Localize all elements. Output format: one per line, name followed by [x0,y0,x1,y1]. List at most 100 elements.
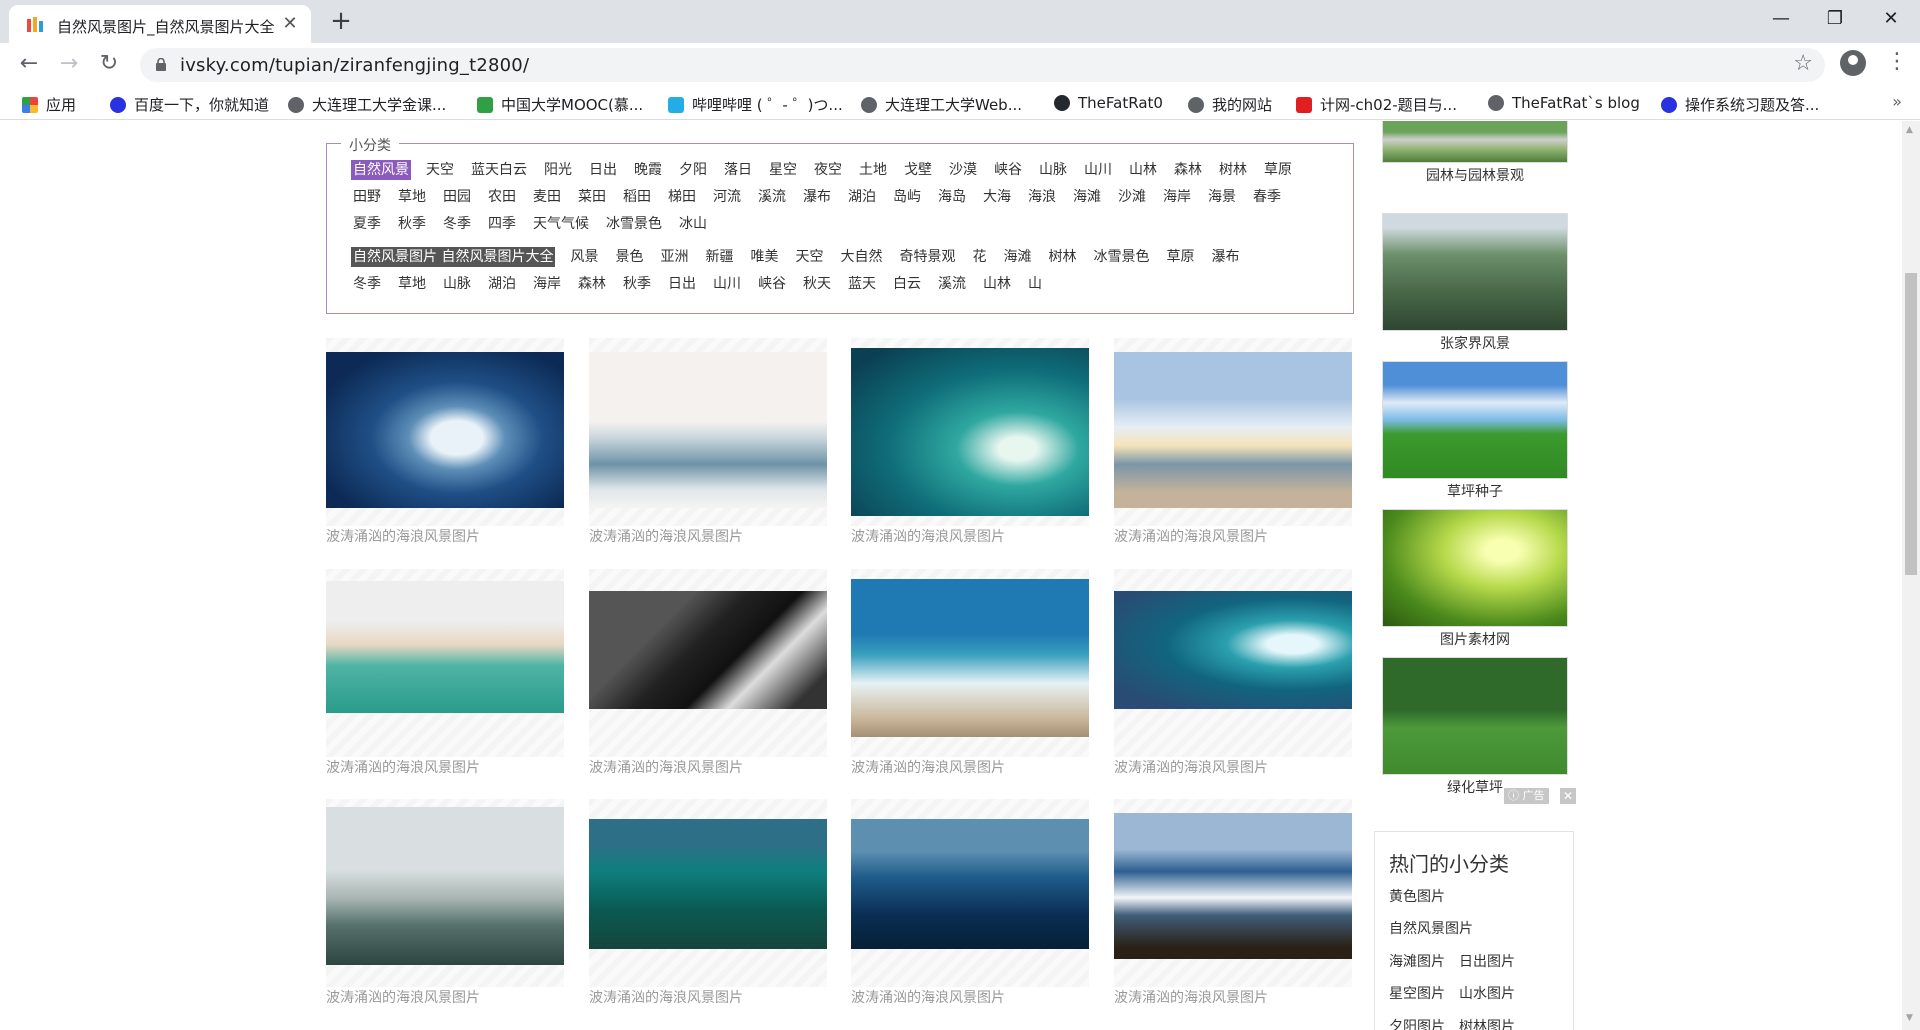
category-link[interactable]: 山林 [1127,160,1159,180]
wave-photo[interactable] [326,352,564,508]
wave-photo[interactable] [589,819,827,949]
gallery-item[interactable]: 波涛涌汹的海浪风景图片 [1114,799,1352,1009]
bookmark-item[interactable]: 应用 [22,94,76,114]
hot-category-link[interactable]: 海滩图片 [1389,954,1445,970]
window-close-button[interactable]: ✕ [1862,0,1920,38]
category-link[interactable]: 山脉 [1037,160,1069,180]
bookmark-item[interactable]: 哔哩哔哩 ( ゜- ゜)つ... [668,94,843,114]
forward-button[interactable]: → [54,49,84,79]
category-link[interactable]: 森林 [1172,160,1204,180]
wave-photo[interactable] [1114,813,1352,959]
category-link[interactable]: 沙漠 [947,160,979,180]
category-link[interactable]: 秋天 [801,274,833,294]
tab-close-icon[interactable]: ✕ [279,13,301,35]
new-tab-button[interactable]: + [326,7,356,37]
reload-button[interactable]: ↻ [94,49,124,79]
profile-avatar-icon[interactable] [1840,50,1866,76]
category-link[interactable]: 草原 [1164,247,1196,267]
category-link[interactable]: 菜田 [576,187,608,207]
category-link[interactable]: 日出 [587,160,619,180]
bookmarks-overflow-icon[interactable]: » [1892,92,1902,111]
category-link[interactable]: 秋季 [396,214,428,234]
wave-photo[interactable] [589,352,827,508]
sidebar-ad-item[interactable]: 图片素材网 [1382,509,1568,649]
hot-category-link[interactable]: 黄色图片 [1389,889,1445,905]
minimize-button[interactable]: — [1752,0,1810,38]
category-link[interactable]: 天空 [793,247,825,267]
hot-category-link[interactable]: 日出图片 [1459,954,1515,970]
gallery-item[interactable]: 波涛涌汹的海浪风景图片 [851,338,1089,548]
category-link[interactable]: 海滩 [1071,187,1103,207]
category-link[interactable]: 星空 [767,160,799,180]
gallery-item[interactable]: 波涛涌汹的海浪风景图片 [326,338,564,548]
category-link[interactable]: 大海 [981,187,1013,207]
category-link[interactable]: 亚洲 [658,247,690,267]
sidebar-ad-item[interactable]: 张家界风景 [1382,213,1568,353]
category-link[interactable]: 白云 [891,274,923,294]
category-link[interactable]: 瀑布 [801,187,833,207]
category-link[interactable]: 草地 [396,187,428,207]
gallery-item[interactable]: 波涛涌汹的海浪风景图片 [1114,338,1352,548]
category-link[interactable]: 唯美 [748,247,780,267]
sidebar-thumbnail[interactable] [1382,509,1568,627]
active-tab[interactable]: 自然风景图片_自然风景图片大全 ✕ [9,5,311,43]
category-link[interactable]: 花 [970,247,988,267]
category-link[interactable]: 夏季 [351,214,383,234]
wave-photo[interactable] [326,807,564,965]
category-link[interactable]: 落日 [722,160,754,180]
sidebar-item-label[interactable]: 草坪种子 [1382,481,1568,501]
image-caption[interactable]: 波涛涌汹的海浪风景图片 [851,757,1005,777]
bookmark-item[interactable]: 我的网站 [1188,94,1272,114]
bookmark-item[interactable]: 百度一下，你就知道 [110,94,269,114]
category-link[interactable]: 沙滩 [1116,187,1148,207]
category-link[interactable]: 稻田 [621,187,653,207]
hot-category-link[interactable]: 树林图片 [1459,1019,1515,1030]
category-link[interactable]: 瀑布 [1209,247,1241,267]
sidebar-ad-item[interactable]: 草坪种子 [1382,361,1568,501]
gallery-item[interactable]: 波涛涌汹的海浪风景图片 [326,799,564,1009]
category-link[interactable]: 草原 [1262,160,1294,180]
category-link[interactable]: 冰山 [677,214,709,234]
wave-photo[interactable] [1114,352,1352,508]
bookmark-item[interactable]: 计网-ch02-题目与... [1296,94,1457,114]
sidebar-item-label[interactable]: 张家界风景 [1382,333,1568,353]
category-link[interactable]: 山川 [711,274,743,294]
bookmark-item[interactable]: TheFatRat`s blog [1488,94,1640,114]
image-caption[interactable]: 波涛涌汹的海浪风景图片 [326,526,480,546]
category-link[interactable]: 海岛 [936,187,968,207]
image-caption[interactable]: 波涛涌汹的海浪风景图片 [589,757,743,777]
category-link[interactable]: 峡谷 [992,160,1024,180]
gallery-item[interactable]: 波涛涌汹的海浪风景图片 [851,569,1089,779]
category-link[interactable]: 麦田 [531,187,563,207]
image-caption[interactable]: 波涛涌汹的海浪风景图片 [851,987,1005,1007]
category-link[interactable]: 溪流 [936,274,968,294]
category-link[interactable]: 蓝天 [846,274,878,294]
category-link[interactable]: 河流 [711,187,743,207]
category-link[interactable]: 冬季 [441,214,473,234]
hot-category-link[interactable]: 山水图片 [1459,986,1515,1002]
bookmark-item[interactable]: 操作系统习题及答... [1661,94,1819,114]
image-caption[interactable]: 波涛涌汹的海浪风景图片 [589,987,743,1007]
category-link[interactable]: 峡谷 [756,274,788,294]
image-caption[interactable]: 波涛涌汹的海浪风景图片 [326,987,480,1007]
category-link[interactable]: 冬季 [351,274,383,294]
category-link[interactable]: 冰雪景色 [604,214,664,234]
category-link[interactable]: 山脉 [441,274,473,294]
bookmark-star-icon[interactable]: ☆ [1793,51,1813,76]
hot-category-link[interactable]: 夕阳图片 [1389,1019,1445,1030]
gallery-item[interactable]: 波涛涌汹的海浪风景图片 [589,569,827,779]
restore-button[interactable]: ❐ [1806,0,1864,38]
wave-photo[interactable] [1114,591,1352,709]
page-scrollbar[interactable]: ▲ ▼ [1902,121,1920,1030]
category-link[interactable]: 夕阳 [677,160,709,180]
image-caption[interactable]: 波涛涌汹的海浪风景图片 [1114,757,1268,777]
category-link[interactable]: 晚霞 [632,160,664,180]
category-link[interactable]: 天空 [424,160,456,180]
category-link[interactable]: 岛屿 [891,187,923,207]
category-link[interactable]: 草地 [396,274,428,294]
category-link[interactable]: 日出 [666,274,698,294]
category-link[interactable]: 蓝天白云 [469,160,529,180]
ad-badge[interactable]: ⓘ 广告 [1504,788,1549,804]
sidebar-item-label[interactable]: 图片素材网 [1382,629,1568,649]
category-link[interactable]: 四季 [486,214,518,234]
